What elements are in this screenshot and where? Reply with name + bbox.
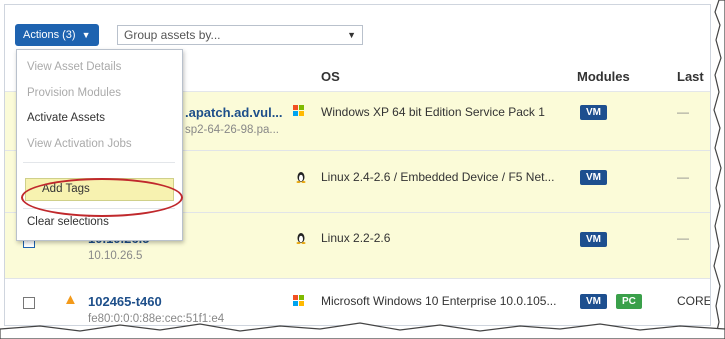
asset-subname: 10.10.26.5: [88, 250, 143, 262]
group-assets-select[interactable]: Group assets by... ▼: [117, 25, 363, 45]
os-name: Microsoft Windows 10 Enterprise 10.0.105…: [321, 294, 557, 308]
os-name: Linux 2.2-2.6: [321, 231, 391, 245]
vm-badge: VM: [580, 105, 607, 120]
windows-icon: [293, 295, 304, 309]
last-value: CORE: [677, 294, 711, 308]
asset-list-panel: Actions (3) ▼ Group assets by... ▼ OS Mod…: [4, 4, 711, 326]
actions-button[interactable]: Actions (3) ▼: [15, 24, 99, 46]
vm-badge: VM: [580, 170, 607, 185]
linux-icon: [296, 171, 306, 186]
menu-item-view-asset-details[interactable]: View Asset Details: [27, 61, 121, 73]
pc-badge: PC: [616, 294, 642, 309]
vm-badge: VM: [580, 294, 607, 309]
last-value: —: [677, 170, 689, 184]
last-value: —: [677, 231, 689, 245]
windows-icon: [293, 105, 304, 119]
menu-item-activate-assets[interactable]: Activate Assets: [27, 112, 105, 124]
asset-subname: sp2-64-26-98.pa...: [185, 124, 279, 136]
menu-item-clear-selections[interactable]: Clear selections: [27, 216, 109, 228]
actions-button-label: Actions (3): [23, 29, 76, 41]
torn-edge-bottom: [0, 322, 725, 339]
group-assets-placeholder: Group assets by...: [124, 28, 221, 42]
column-header-modules[interactable]: Modules: [577, 69, 630, 84]
menu-item-view-activation-jobs[interactable]: View Activation Jobs: [27, 138, 132, 150]
chevron-down-icon: ▼: [81, 30, 91, 40]
highlight-oval: [21, 178, 183, 217]
asset-name-link[interactable]: .apatch.ad.vul...: [185, 105, 283, 120]
vm-badge: VM: [580, 232, 607, 247]
column-header-os[interactable]: OS: [321, 69, 340, 84]
warning-icon: ▲: [63, 291, 78, 308]
menu-item-provision-modules[interactable]: Provision Modules: [27, 87, 121, 99]
chevron-down-icon: ▼: [347, 30, 356, 40]
last-value: —: [677, 105, 689, 119]
column-header-last[interactable]: Last: [677, 69, 704, 84]
asset-name-link[interactable]: 102465-t460: [88, 294, 162, 309]
toolbar: Actions (3) ▼ Group assets by... ▼: [5, 5, 710, 49]
os-name: Windows XP 64 bit Edition Service Pack 1: [321, 105, 545, 119]
os-name: Linux 2.4-2.6 / Embedded Device / F5 Net…: [321, 170, 555, 184]
torn-edge-right: [713, 0, 725, 339]
menu-divider: [23, 162, 175, 163]
row-checkbox[interactable]: [23, 297, 35, 309]
linux-icon: [296, 232, 306, 247]
